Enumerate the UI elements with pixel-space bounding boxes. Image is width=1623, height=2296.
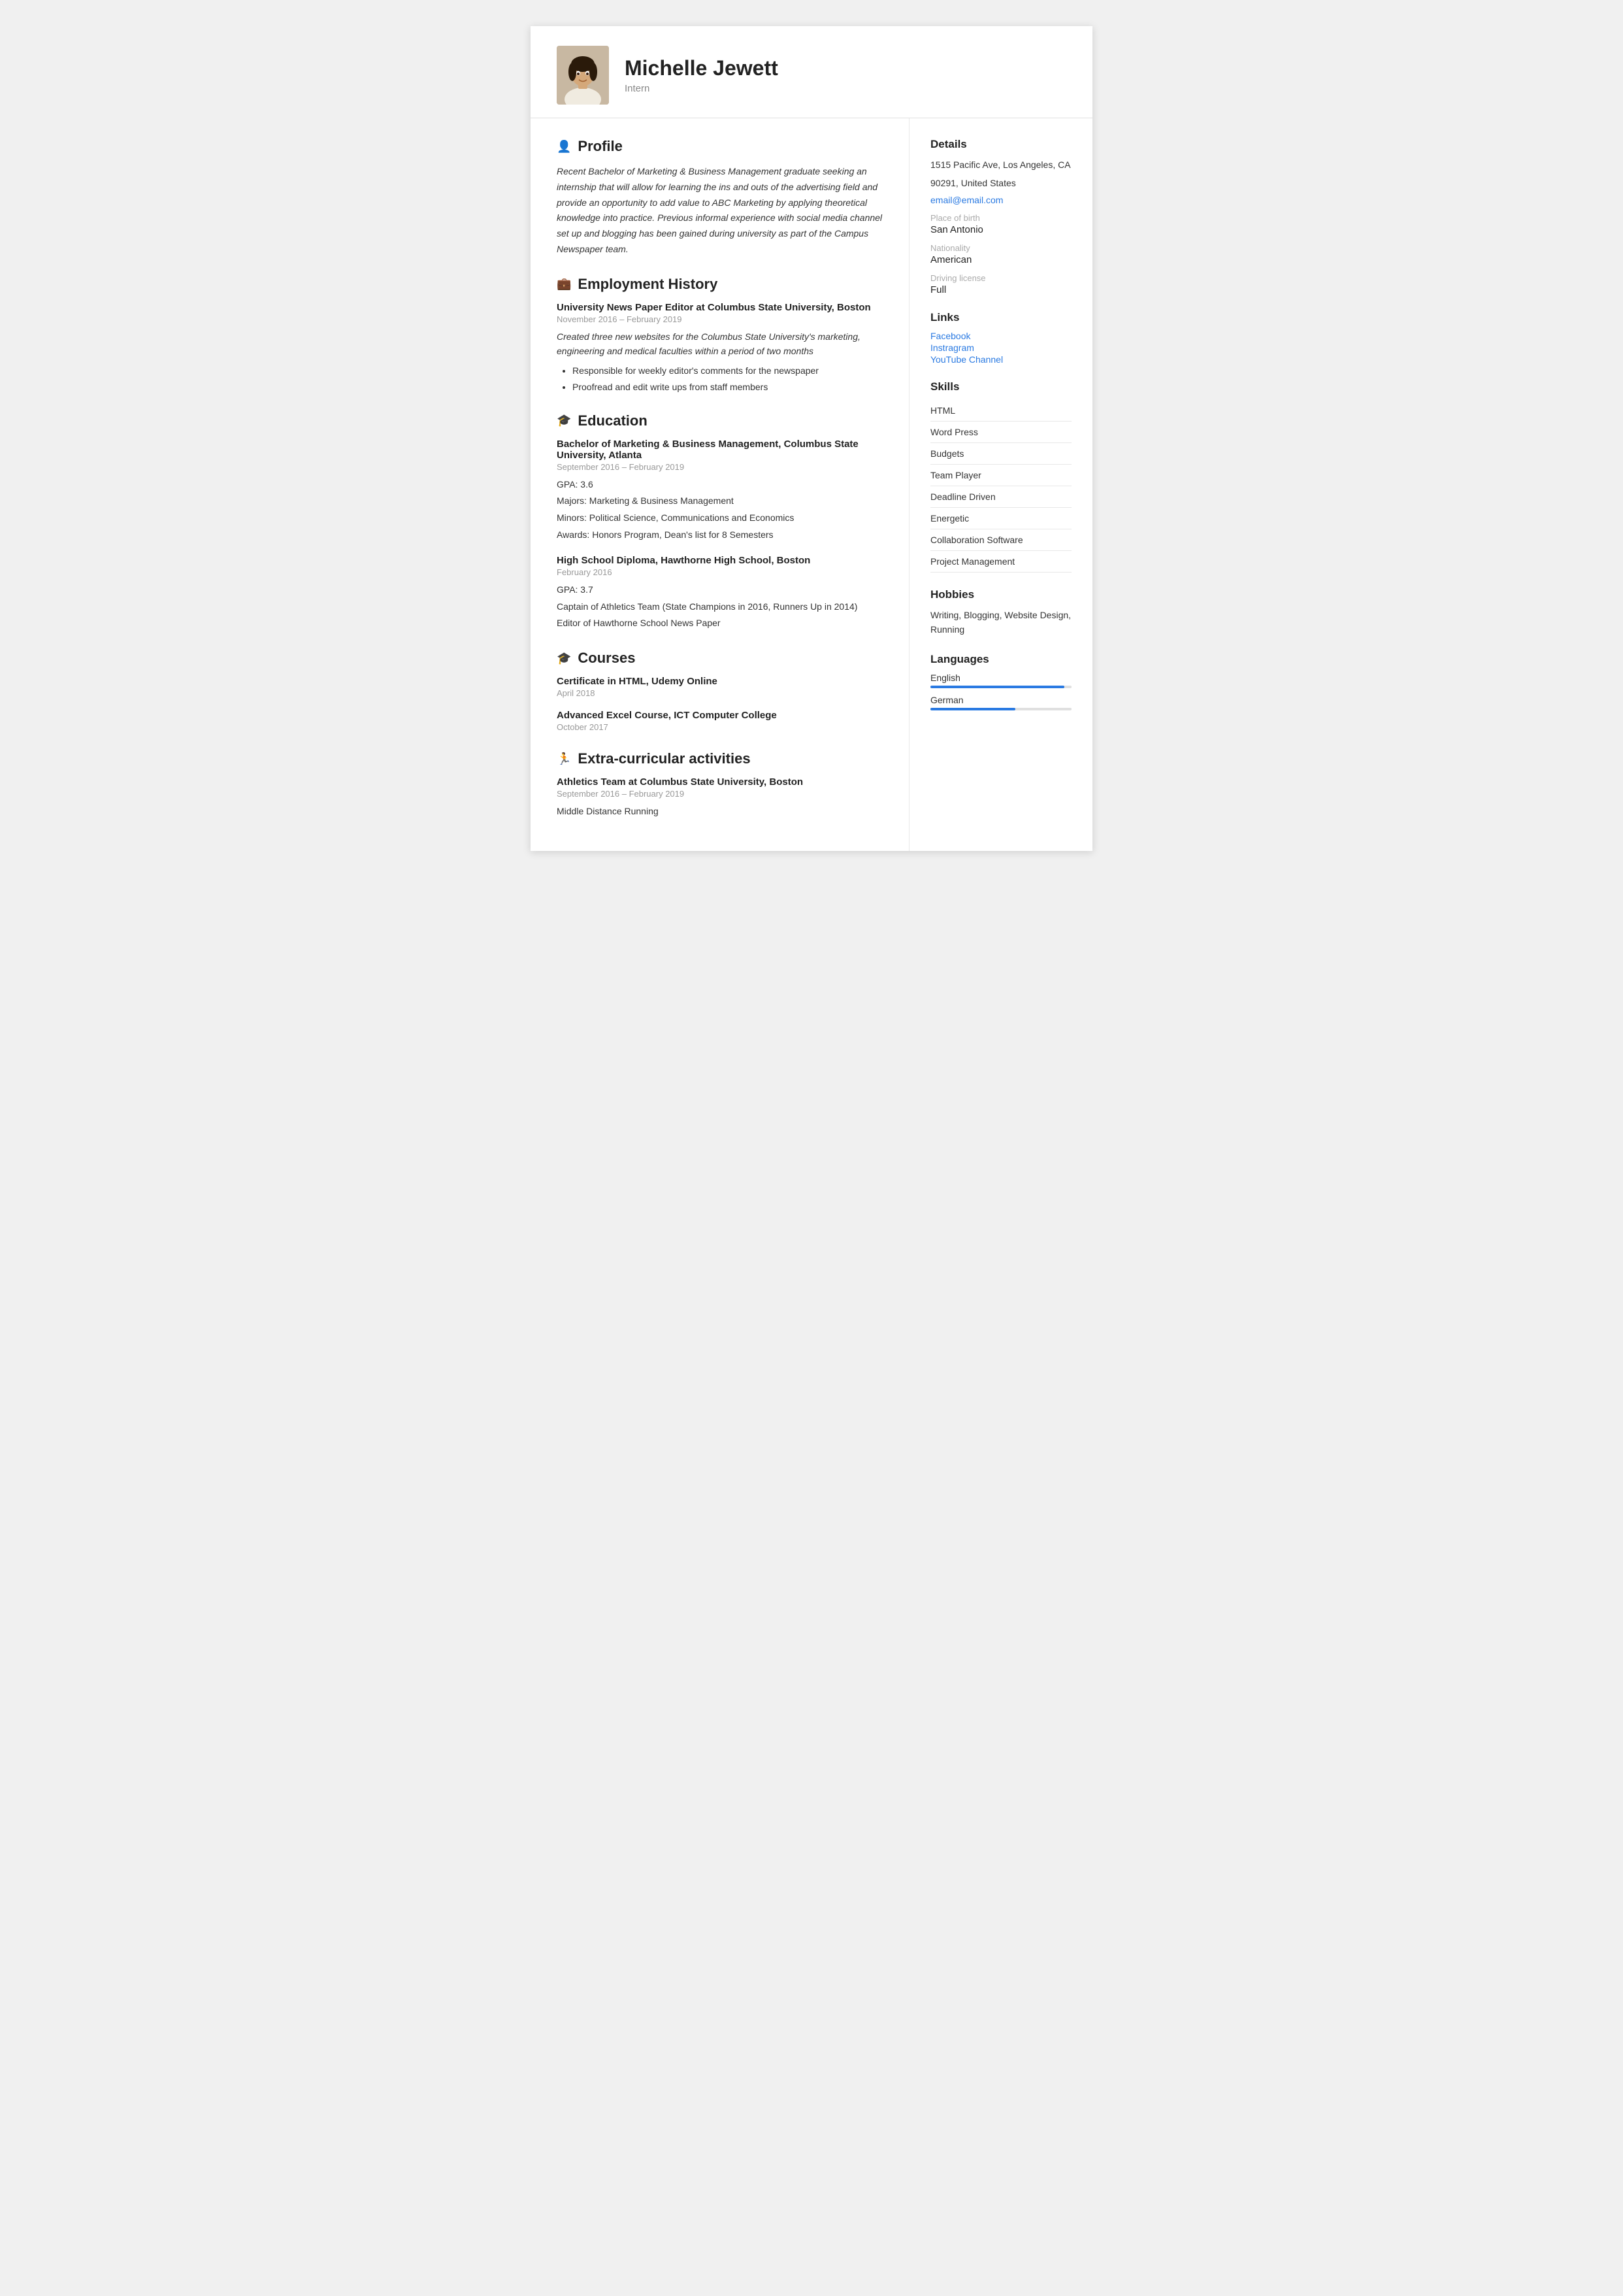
place-of-birth-label: Place of birth	[930, 213, 1072, 223]
extra-entry-0: Athletics Team at Columbus State Univers…	[557, 776, 885, 820]
course-title-1: Advanced Excel Course, ICT Computer Coll…	[557, 710, 885, 721]
lang-bar-fill-0	[930, 686, 1064, 688]
education-icon: 🎓	[557, 414, 571, 427]
lang-item-1: German	[930, 695, 1072, 710]
course-entry-0: Certificate in HTML, Udemy Online April …	[557, 676, 885, 698]
profile-text: Recent Bachelor of Marketing & Business …	[557, 164, 885, 258]
edu-entry-1: High School Diploma, Hawthorne High Scho…	[557, 555, 885, 631]
address-line2: 90291, United States	[930, 176, 1072, 190]
edu-detail: Minors: Political Science, Communication…	[557, 510, 885, 526]
youtube-link[interactable]: YouTube Channel	[930, 354, 1072, 365]
edu-dates-0: September 2016 – February 2019	[557, 462, 885, 472]
courses-section-header: 🎓 Courses	[557, 650, 885, 667]
job-bullets-0: Responsible for weekly editor's comments…	[557, 364, 885, 394]
right-column: Details 1515 Pacific Ave, Los Angeles, C…	[910, 118, 1092, 851]
resume-header: Michelle Jewett Intern	[531, 26, 1092, 118]
lang-bar-bg-1	[930, 708, 1072, 710]
skill-item-5: Energetic	[930, 508, 1072, 529]
edu-dates-1: February 2016	[557, 567, 885, 577]
bullet-item: Responsible for weekly editor's comments…	[572, 364, 885, 378]
candidate-name: Michelle Jewett	[625, 56, 778, 80]
lang-bar-bg-0	[930, 686, 1072, 688]
address-line1: 1515 Pacific Ave, Los Angeles, CA	[930, 158, 1072, 172]
extracurricular-section-header: 🏃 Extra-curricular activities	[557, 750, 885, 767]
employment-section-header: 💼 Employment History	[557, 276, 885, 293]
skill-item-1: Word Press	[930, 422, 1072, 443]
nationality-label: Nationality	[930, 243, 1072, 253]
employment-section-title: Employment History	[578, 276, 717, 293]
extra-title-0: Athletics Team at Columbus State Univers…	[557, 776, 885, 788]
course-dates-1: October 2017	[557, 722, 885, 732]
skill-item-3: Team Player	[930, 465, 1072, 486]
skill-item-0: HTML	[930, 400, 1072, 422]
profile-icon: 👤	[557, 140, 571, 154]
profile-section-header: 👤 Profile	[557, 138, 885, 155]
edu-detail: Awards: Honors Program, Dean's list for …	[557, 527, 885, 543]
edu-title-1: High School Diploma, Hawthorne High Scho…	[557, 555, 885, 566]
lang-bar-fill-1	[930, 708, 1015, 710]
lang-name-1: German	[930, 695, 1072, 705]
skills-section-title: Skills	[930, 380, 1072, 393]
education-section-header: 🎓 Education	[557, 412, 885, 429]
courses-section-title: Courses	[578, 650, 635, 667]
employment-icon: 💼	[557, 277, 571, 291]
course-title-0: Certificate in HTML, Udemy Online	[557, 676, 885, 687]
skill-item-2: Budgets	[930, 443, 1072, 465]
course-entry-1: Advanced Excel Course, ICT Computer Coll…	[557, 710, 885, 732]
courses-icon: 🎓	[557, 652, 571, 665]
candidate-title: Intern	[625, 83, 778, 94]
hobbies-text: Writing, Blogging, Website Design, Runni…	[930, 608, 1072, 637]
hobbies-section-title: Hobbies	[930, 588, 1072, 601]
course-dates-0: April 2018	[557, 688, 885, 698]
edu-detail: GPA: 3.6	[557, 477, 885, 493]
edu-detail: GPA: 3.7	[557, 582, 885, 598]
header-info: Michelle Jewett Intern	[625, 56, 778, 94]
lang-name-0: English	[930, 673, 1072, 683]
extra-detail: Middle Distance Running	[557, 804, 885, 820]
edu-detail: Captain of Athletics Team (State Champio…	[557, 599, 885, 615]
edu-title-0: Bachelor of Marketing & Business Managem…	[557, 439, 885, 461]
place-of-birth-value: San Antonio	[930, 224, 1072, 235]
avatar	[557, 46, 609, 105]
details-section-title: Details	[930, 138, 1072, 151]
extracurricular-section-title: Extra-curricular activities	[578, 750, 750, 767]
languages-section-title: Languages	[930, 653, 1072, 666]
nationality-value: American	[930, 254, 1072, 265]
links-section-title: Links	[930, 311, 1072, 324]
instagram-link[interactable]: Instragram	[930, 342, 1072, 353]
resume-container: Michelle Jewett Intern 👤 Profile Recent …	[531, 26, 1092, 851]
skill-item-7: Project Management	[930, 551, 1072, 573]
lang-item-0: English	[930, 673, 1072, 688]
job-dates-0: November 2016 – February 2019	[557, 314, 885, 324]
job-desc-0: Created three new websites for the Colum…	[557, 329, 885, 359]
extracurricular-icon: 🏃	[557, 752, 571, 766]
profile-section-title: Profile	[578, 138, 622, 155]
driving-license-value: Full	[930, 284, 1072, 295]
edu-entry-0: Bachelor of Marketing & Business Managem…	[557, 439, 885, 543]
job-title-0: University News Paper Editor at Columbus…	[557, 302, 885, 313]
driving-license-label: Driving license	[930, 273, 1072, 283]
facebook-link[interactable]: Facebook	[930, 331, 1072, 341]
email-link[interactable]: email@email.com	[930, 195, 1072, 205]
edu-detail: Editor of Hawthorne School News Paper	[557, 616, 885, 631]
job-entry-0: University News Paper Editor at Columbus…	[557, 302, 885, 394]
extra-dates-0: September 2016 – February 2019	[557, 789, 885, 799]
resume-body: 👤 Profile Recent Bachelor of Marketing &…	[531, 118, 1092, 851]
skill-item-4: Deadline Driven	[930, 486, 1072, 508]
bullet-item: Proofread and edit write ups from staff …	[572, 380, 885, 394]
left-column: 👤 Profile Recent Bachelor of Marketing &…	[531, 118, 910, 851]
edu-detail: Majors: Marketing & Business Management	[557, 493, 885, 509]
skill-item-6: Collaboration Software	[930, 529, 1072, 551]
education-section-title: Education	[578, 412, 647, 429]
